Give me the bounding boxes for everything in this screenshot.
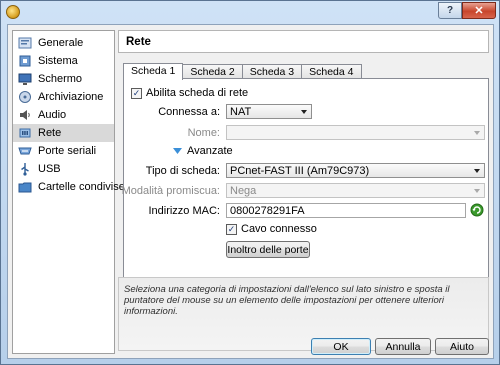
sidebar-item-sistema[interactable]: Sistema [13,52,114,70]
sidebar-item-label: Audio [38,109,67,121]
sidebar-item-label: Schermo [38,73,83,85]
cable-connected-checkbox[interactable]: ✓ Cavo connesso [226,223,317,235]
port-forwarding-button[interactable]: Inoltro delle porte [226,241,310,258]
refresh-mac-icon[interactable] [470,203,484,217]
sidebar-item-cartelle-condivise[interactable]: Cartelle condivise [13,178,125,196]
sidebar-item-schermo[interactable]: Schermo [13,70,114,88]
promiscuous-mode-select[interactable]: Nega [226,183,485,198]
cable-connected-label: Cavo connesso [241,223,317,235]
close-window-button[interactable]: ✕ [462,2,496,19]
name-select[interactable] [226,125,485,140]
cancel-button[interactable]: Annulla [375,338,431,355]
sidebar-item-label: Sistema [38,55,78,67]
mac-address-value: 0800278291FA [230,205,305,217]
chevron-down-icon [474,131,480,135]
expand-arrow-icon [173,148,182,154]
sidebar-item-generale[interactable]: Generale [13,34,114,52]
network-icon [19,128,31,138]
info-text: Seleziona una categoria di impostazioni … [124,284,450,317]
tab-scheda-3[interactable]: Scheda 3 [241,64,303,79]
checkbox-checked-icon: ✓ [226,223,237,235]
promiscuous-mode-label: Modalità promiscua: [121,185,220,197]
adapter-settings-panel: ✓ Abilita scheda di rete Connessa a: NAT… [121,78,489,288]
sidebar-item-rete[interactable]: Rete [13,124,114,142]
settings-window: ? ✕ Generale Sistema Schermo Archiviazio… [0,0,500,365]
ok-button[interactable]: OK [311,338,371,355]
info-description-box: Seleziona una categoria di impostazioni … [118,277,489,351]
attached-to-value: NAT [230,106,252,118]
mac-address-input[interactable]: 0800278291FA [226,203,466,218]
sidebar-item-label: Porte seriali [38,145,97,157]
sidebar-item-archiviazione[interactable]: Archiviazione [13,88,114,106]
sidebar-item-label: USB [38,163,61,175]
tab-scheda-2[interactable]: Scheda 2 [182,64,243,79]
tab-scheda-4[interactable]: Scheda 4 [301,64,362,79]
advanced-toggle[interactable]: Avanzate [173,145,233,157]
display-monitor-icon [18,73,32,85]
adapter-type-select[interactable]: PCnet-FAST III (Am79C973) [226,163,485,178]
settings-category-list[interactable]: Generale Sistema Schermo Archiviazione A… [12,30,125,354]
promiscuous-mode-value: Nega [230,185,257,197]
sidebar-item-porte-seriali[interactable]: Porte seriali [13,142,114,160]
speaker-icon [20,110,30,120]
adapter-type-label: Tipo di scheda: [145,165,220,177]
page-title: Rete [118,30,489,53]
sidebar-item-label: Rete [38,127,62,139]
attached-to-label: Connessa a: [158,106,220,118]
system-chip-icon [19,55,31,67]
virtualbox-app-icon [6,5,20,19]
sidebar-item-label: Cartelle condivise [38,181,125,193]
chevron-down-icon [301,110,307,114]
storage-disk-icon [19,91,31,103]
mac-address-label: Indirizzo MAC: [148,205,220,217]
advanced-label: Avanzate [187,145,233,157]
shared-folder-icon [18,182,32,193]
attached-to-select[interactable]: NAT [226,104,312,119]
sidebar-item-label: Archiviazione [38,91,104,103]
tab-scheda-1[interactable]: Scheda 1 [123,63,184,80]
help-button[interactable]: Aiuto [435,338,489,355]
checkbox-checked-icon: ✓ [131,87,142,99]
chevron-down-icon [474,189,480,193]
enable-adapter-label: Abilita scheda di rete [146,87,249,99]
general-icon [18,37,32,49]
title-bar: ? ✕ [1,1,499,25]
sidebar-item-label: Generale [38,37,84,49]
adapter-type-value: PCnet-FAST III (Am79C973) [230,165,370,177]
help-caption-button[interactable]: ? [438,2,462,19]
name-label: Nome: [187,127,220,139]
sidebar-item-audio[interactable]: Audio [13,106,114,124]
dialog-client-area: Generale Sistema Schermo Archiviazione A… [7,24,494,359]
serial-port-icon [18,147,32,155]
enable-adapter-checkbox[interactable]: ✓ Abilita scheda di rete [131,87,248,99]
sidebar-item-usb[interactable]: USB [13,160,114,178]
adapter-tab-bar: Scheda 1 Scheda 2 Scheda 3 Scheda 4 [123,63,362,80]
chevron-down-icon [474,169,480,173]
usb-icon [21,163,29,176]
